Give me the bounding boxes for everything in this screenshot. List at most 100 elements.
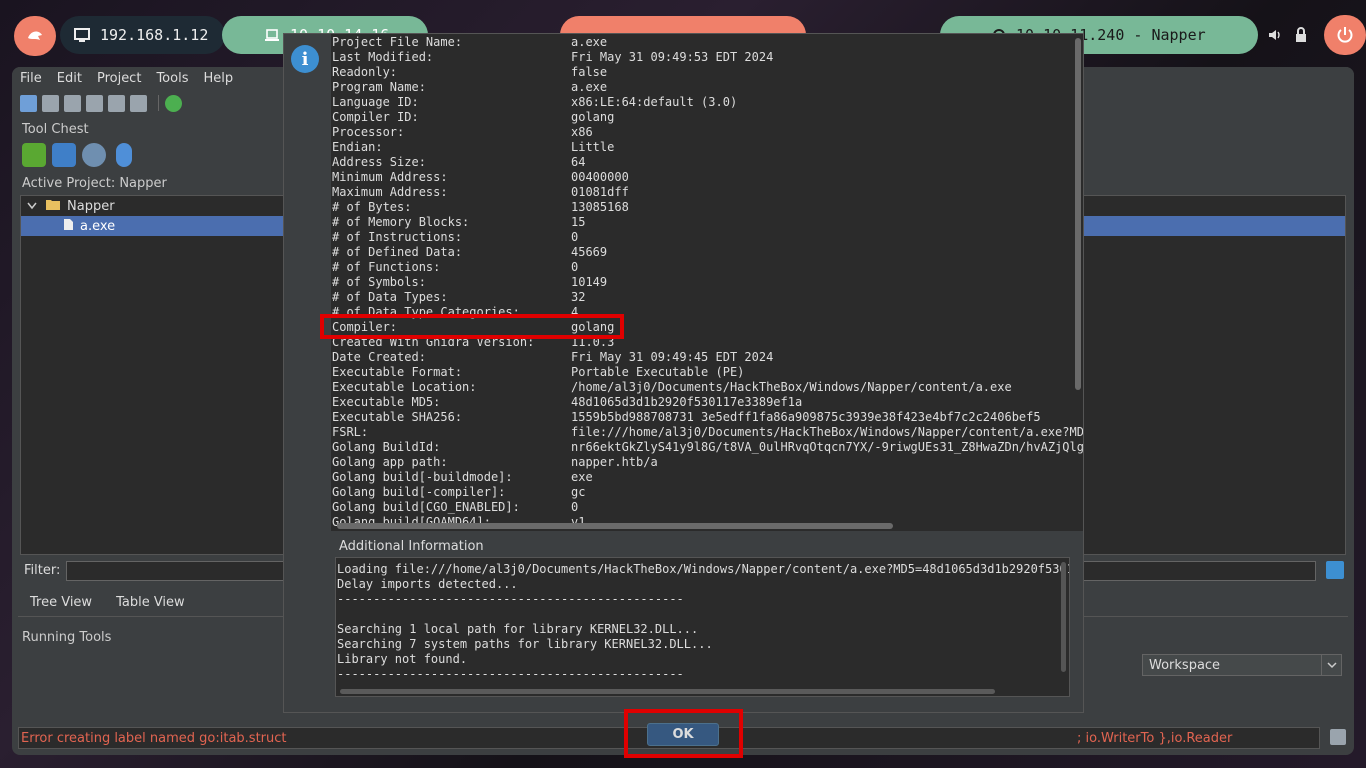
property-row: # of Defined Data: 45669 <box>331 245 1083 260</box>
dragon-icon <box>28 31 42 40</box>
property-row: Executable Location: /home/al3j0/Document… <box>331 380 1083 395</box>
property-key: Endian: <box>332 140 383 154</box>
running-tools-label: Running Tools <box>22 630 112 645</box>
property-value: gc <box>571 485 586 499</box>
property-key: Compiler ID: <box>332 110 419 124</box>
property-key: Last Modified: <box>332 50 434 64</box>
compiler-highlight-box <box>320 314 624 339</box>
menu-tools[interactable]: Tools <box>156 71 188 86</box>
delete-project-icon[interactable] <box>108 94 125 112</box>
save-project-icon[interactable] <box>64 94 81 112</box>
status-message-tail: ; io.WriterTo },io.Reader <box>1077 730 1233 746</box>
property-value: a.exe <box>571 35 608 49</box>
property-key: Minimum Address: <box>332 170 448 184</box>
open-project-icon[interactable] <box>42 94 59 112</box>
property-value: 64 <box>571 155 586 169</box>
lock-icon[interactable] <box>1295 27 1307 47</box>
property-row: # of Data Types: 32 <box>331 290 1083 305</box>
property-value: false <box>571 65 608 79</box>
local-ip-pill: 192.168.1.12 <box>60 16 225 54</box>
property-value: Little <box>571 140 615 154</box>
chevron-down-icon[interactable] <box>1321 655 1341 675</box>
version-tracking-icon[interactable] <box>116 143 132 167</box>
property-row: Golang app path: napper.htb/a <box>331 455 1083 470</box>
property-row: Golang build[CGO_ENABLED]: 0 <box>331 500 1083 515</box>
volume-icon[interactable] <box>1268 28 1282 46</box>
property-row: Executable MD5: 48d1065d3d1b2920f530117e3… <box>331 395 1083 410</box>
property-key: # of Bytes: <box>332 200 412 214</box>
close-project-icon[interactable] <box>86 94 103 112</box>
monitor-icon <box>74 27 90 43</box>
console-icon[interactable] <box>1330 729 1346 745</box>
property-row: # of Instructions: 0 <box>331 230 1083 245</box>
property-row: Golang build[-compiler]: gc <box>331 485 1083 500</box>
property-value: Portable Executable (PE) <box>571 365 745 379</box>
property-row: FSRL: file:///home/al3j0/Documents/HackTh… <box>331 425 1083 440</box>
chevron-down-icon[interactable] <box>27 199 37 214</box>
property-value: 0 <box>571 260 579 274</box>
property-key: Executable Location: <box>332 380 477 394</box>
tab-tree-view[interactable]: Tree View <box>18 595 104 616</box>
property-row: Maximum Address: 01081dff <box>331 185 1083 200</box>
property-value: exe <box>571 470 593 484</box>
property-row: Executable Format: Portable Executable (P… <box>331 365 1083 380</box>
additional-info-panel[interactable]: Linking the External Programs of 'a.exe'… <box>335 557 1070 697</box>
property-key: # of Instructions: <box>332 230 463 244</box>
property-key: Address Size: <box>332 155 426 169</box>
log-line: Loading file:///home/al3j0/Documents/Hac… <box>337 562 1070 576</box>
menu-help[interactable]: Help <box>203 71 233 86</box>
kali-menu-button[interactable] <box>14 16 56 56</box>
debugger-dragon-icon[interactable] <box>52 143 76 167</box>
info-icon: i <box>291 45 319 73</box>
power-button[interactable] <box>1324 15 1366 55</box>
property-row: Compiler ID: golang <box>331 110 1083 125</box>
project-info-icon[interactable] <box>130 94 147 112</box>
properties-vertical-scrollbar[interactable] <box>1075 38 1081 390</box>
status-message: Error creating label named go:itab.struc… <box>21 730 287 746</box>
property-key: Project File Name: <box>332 35 463 49</box>
property-value: napper.htb/a <box>571 455 658 469</box>
log-line: Searching 7 system paths for library KER… <box>337 637 713 651</box>
additional-info-horizontal-scrollbar[interactable] <box>340 689 995 694</box>
property-row: Address Size: 64 <box>331 155 1083 170</box>
refresh-icon[interactable] <box>165 94 182 112</box>
property-row: # of Symbols: 10149 <box>331 275 1083 290</box>
property-value: 48d1065d3d1b2920f530117e3389ef1a <box>571 395 803 409</box>
property-value: file:///home/al3j0/Documents/HackTheBox/… <box>571 425 1083 439</box>
property-key: # of Memory Blocks: <box>332 215 470 229</box>
tree-node-label: a.exe <box>80 218 116 234</box>
workspace-select[interactable]: Workspace <box>1142 654 1342 676</box>
property-value: /home/al3j0/Documents/HackTheBox/Windows… <box>571 380 1012 394</box>
property-row: Date Created: Fri May 31 09:49:45 EDT 202… <box>331 350 1083 365</box>
property-row: Processor: x86 <box>331 125 1083 140</box>
property-row: # of Memory Blocks: 15 <box>331 215 1083 230</box>
property-value: nr66ektGkZlyS41y9l8G/t8VA_0ulHRvqOtqcn7Y… <box>571 440 1083 454</box>
power-icon <box>1337 27 1353 43</box>
property-row: Golang build[-buildmode]: exe <box>331 470 1083 485</box>
tab-table-view[interactable]: Table View <box>104 595 197 616</box>
additional-info-vertical-scrollbar[interactable] <box>1061 562 1066 672</box>
new-project-icon[interactable] <box>20 94 37 112</box>
codebrowser-dragon-icon[interactable] <box>22 143 46 167</box>
menu-project[interactable]: Project <box>97 71 141 86</box>
additional-info-label: Additional Information <box>339 539 484 554</box>
properties-horizontal-scrollbar[interactable] <box>337 523 893 529</box>
property-key: Golang build[-buildmode]: <box>332 470 513 484</box>
property-row: Readonly: false <box>331 65 1083 80</box>
ok-highlight-box <box>624 709 743 758</box>
property-value: 0 <box>571 230 579 244</box>
property-key: Readonly: <box>332 65 398 79</box>
property-key: # of Defined Data: <box>332 245 463 259</box>
property-key: Executable SHA256: <box>332 410 463 424</box>
local-ip-text: 192.168.1.12 <box>100 26 209 44</box>
emulator-gears-icon[interactable] <box>82 143 106 167</box>
laptop-icon <box>264 28 280 42</box>
menu-edit[interactable]: Edit <box>57 71 82 86</box>
log-line: ----------------------------------------… <box>337 592 684 606</box>
menu-file[interactable]: File <box>20 71 42 86</box>
property-value: x86 <box>571 125 593 139</box>
filter-label: Filter: <box>24 563 61 578</box>
filter-options-icon[interactable] <box>1326 561 1344 579</box>
property-key: Executable Format: <box>332 365 463 379</box>
tool-chest <box>22 143 132 167</box>
